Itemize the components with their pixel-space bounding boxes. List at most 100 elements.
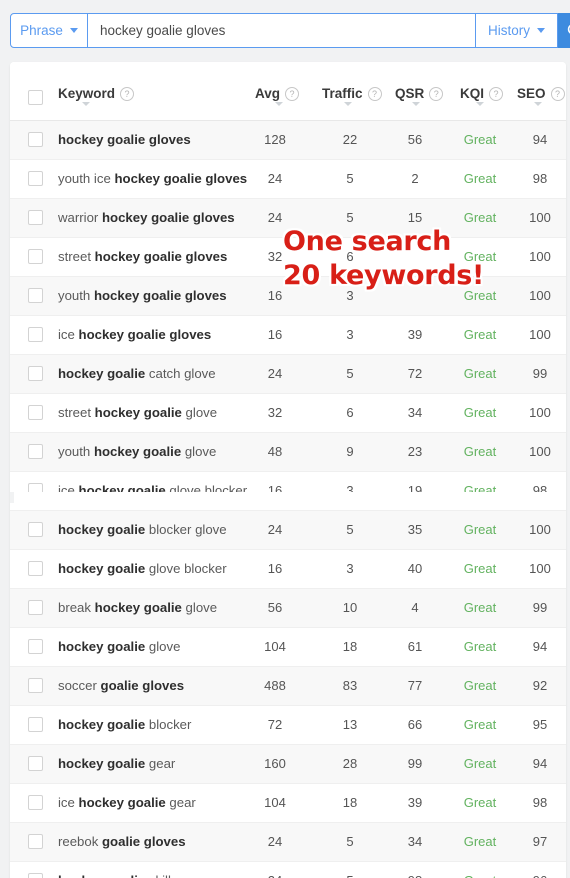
sort-caret-kqi-icon[interactable]	[476, 102, 484, 106]
keyword-cell[interactable]: hockey goalie skills	[58, 862, 177, 878]
table-row[interactable]: hockey goalie glove blocker 16 3 40 Great 100	[10, 550, 566, 589]
row-checkbox[interactable]	[28, 171, 43, 186]
select-all-checkbox[interactable]	[28, 90, 43, 105]
row-checkbox[interactable]	[28, 639, 43, 654]
row-checkbox[interactable]	[28, 678, 43, 693]
keyword-prefix: street	[58, 249, 95, 264]
sort-caret-traffic-icon[interactable]	[344, 102, 352, 106]
table-row[interactable]: hockey goalie gear 160 28 99 Great 94	[10, 745, 566, 784]
keyword-cell[interactable]: soccer goalie gloves	[58, 667, 184, 705]
table-row[interactable]: street hockey goalie glove 32 6 34 Great 100	[10, 394, 566, 433]
sort-caret-avg-icon[interactable]	[275, 102, 283, 106]
help-icon[interactable]: ?	[367, 86, 382, 101]
row-checkbox[interactable]	[28, 522, 43, 537]
table-row[interactable]: hockey goalie glove 104 18 61 Great 94	[10, 628, 566, 667]
keyword-cell[interactable]: youth hockey goalie glove	[58, 433, 216, 471]
table-row[interactable]: youth ice hockey goalie gloves 24 5 2 Great 9…	[10, 160, 566, 199]
chevron-down-icon	[69, 28, 78, 33]
keyword-cell[interactable]: break hockey goalie glove	[58, 589, 217, 627]
table-row[interactable]: street hockey goalie gloves 32 6 Great 100	[10, 238, 566, 277]
row-checkbox[interactable]	[28, 717, 43, 732]
traffic-cell: 6	[346, 249, 354, 264]
keyword-cell[interactable]: ice hockey goalie glove blocker	[58, 472, 247, 510]
keyword-suffix: glove	[181, 405, 218, 420]
search-button[interactable]	[558, 13, 570, 48]
keyword-cell[interactable]: warrior hockey goalie gloves	[58, 199, 235, 237]
table-row[interactable]: hockey goalie gloves 128 22 56 Great 94	[10, 121, 566, 160]
row-checkbox[interactable]	[28, 327, 43, 342]
row-checkbox[interactable]	[28, 873, 43, 878]
column-header-kqi[interactable]: KQI ?	[460, 86, 504, 101]
row-checkbox[interactable]	[28, 288, 43, 303]
row-checkbox[interactable]	[28, 600, 43, 615]
match-type-dropdown[interactable]: Phrase	[10, 13, 88, 48]
traffic-cell: 22	[342, 132, 358, 147]
keyword-cell[interactable]: hockey goalie blocker	[58, 706, 191, 744]
keyword-cell[interactable]: ice hockey goalie gear	[58, 784, 196, 822]
column-header-traffic[interactable]: Traffic ?	[322, 86, 382, 101]
table-row[interactable]: hockey goalie blocker glove 24 5 35 Great 100	[10, 511, 566, 550]
row-checkbox[interactable]	[28, 210, 43, 225]
seo-cell: 100	[529, 522, 551, 537]
seo-cell: 94	[532, 639, 548, 654]
row-checkbox[interactable]	[28, 444, 43, 459]
sort-caret-keyword-icon[interactable]	[82, 102, 90, 106]
seo-cell: 92	[532, 678, 548, 693]
table-row[interactable]: hockey goalie blocker 72 13 66 Great 95	[10, 706, 566, 745]
help-icon[interactable]: ?	[489, 86, 504, 101]
column-header-keyword[interactable]: Keyword ?	[58, 86, 135, 101]
qsr-cell: 34	[407, 834, 423, 849]
keyword-cell[interactable]: ice hockey goalie gloves	[58, 316, 211, 354]
column-header-avg[interactable]: Avg ?	[255, 86, 300, 101]
row-checkbox[interactable]	[28, 834, 43, 849]
table-row[interactable]: youth hockey goalie glove 48 9 23 Great 100	[10, 433, 566, 472]
keyword-suffix: catch glove	[145, 366, 216, 381]
keyword-cell[interactable]: hockey goalie blocker glove	[58, 511, 227, 549]
seo-cell: 100	[529, 210, 551, 225]
table-row[interactable]: reebok goalie gloves 24 5 34 Great 97	[10, 823, 566, 862]
row-checkbox[interactable]	[28, 405, 43, 420]
keyword-cell[interactable]: street hockey goalie glove	[58, 394, 217, 432]
history-dropdown[interactable]: History	[476, 13, 558, 48]
table-row[interactable]: ice hockey goalie gloves 16 3 39 Great 100	[10, 316, 566, 355]
keyword-prefix: soccer	[58, 678, 101, 693]
avg-cell: 16	[267, 288, 283, 303]
keyword-cell[interactable]: reebok goalie gloves	[58, 823, 186, 861]
sort-caret-qsr-icon[interactable]	[412, 102, 420, 106]
keyword-match: hockey goalie gloves	[93, 288, 227, 303]
row-checkbox[interactable]	[28, 561, 43, 576]
qsr-cell: 23	[407, 444, 423, 459]
row-checkbox[interactable]	[28, 366, 43, 381]
sort-caret-seo-icon[interactable]	[534, 102, 542, 106]
column-header-qsr[interactable]: QSR ?	[395, 86, 444, 101]
kqi-cell: Great	[463, 327, 497, 342]
column-header-seo[interactable]: SEO ?	[517, 86, 565, 101]
table-row[interactable]: hockey goalie skills 24 5 98 Great 96	[10, 862, 566, 878]
row-checkbox[interactable]	[28, 795, 43, 810]
keyword-cell[interactable]: hockey goalie gear	[58, 745, 175, 783]
help-icon[interactable]: ?	[120, 86, 135, 101]
help-icon[interactable]: ?	[285, 86, 300, 101]
keyword-match: hockey goalie	[58, 756, 146, 771]
table-row[interactable]: hockey goalie catch glove 24 5 72 Great 99	[10, 355, 566, 394]
table-row[interactable]: warrior hockey goalie gloves 24 5 15 Great 10…	[10, 199, 566, 238]
table-row[interactable]: soccer goalie gloves 488 83 77 Great 92	[10, 667, 566, 706]
table-row[interactable]: ice hockey goalie gear 104 18 39 Great 98	[10, 784, 566, 823]
keyword-cell[interactable]: hockey goalie glove blocker	[58, 550, 227, 588]
keyword-cell[interactable]: youth hockey goalie gloves	[58, 277, 227, 315]
keyword-cell[interactable]: hockey goalie glove	[58, 628, 180, 666]
help-icon[interactable]: ?	[429, 86, 444, 101]
keyword-cell[interactable]: hockey goalie gloves	[58, 121, 191, 159]
help-icon[interactable]: ?	[550, 86, 565, 101]
table-row[interactable]: youth hockey goalie gloves 16 3 Great 100	[10, 277, 566, 316]
row-checkbox[interactable]	[28, 249, 43, 264]
table-row[interactable]: break hockey goalie glove 56 10 4 Great 99	[10, 589, 566, 628]
keyword-cell[interactable]: hockey goalie catch glove	[58, 355, 216, 393]
row-checkbox[interactable]	[28, 756, 43, 771]
row-checkbox[interactable]	[28, 132, 43, 147]
keyword-cell[interactable]: youth ice hockey goalie gloves	[58, 160, 247, 198]
traffic-cell: 3	[346, 327, 354, 342]
search-input[interactable]: hockey goalie gloves	[88, 13, 476, 48]
keyword-cell[interactable]: street hockey goalie gloves	[58, 238, 227, 276]
seo-cell: 94	[532, 132, 548, 147]
